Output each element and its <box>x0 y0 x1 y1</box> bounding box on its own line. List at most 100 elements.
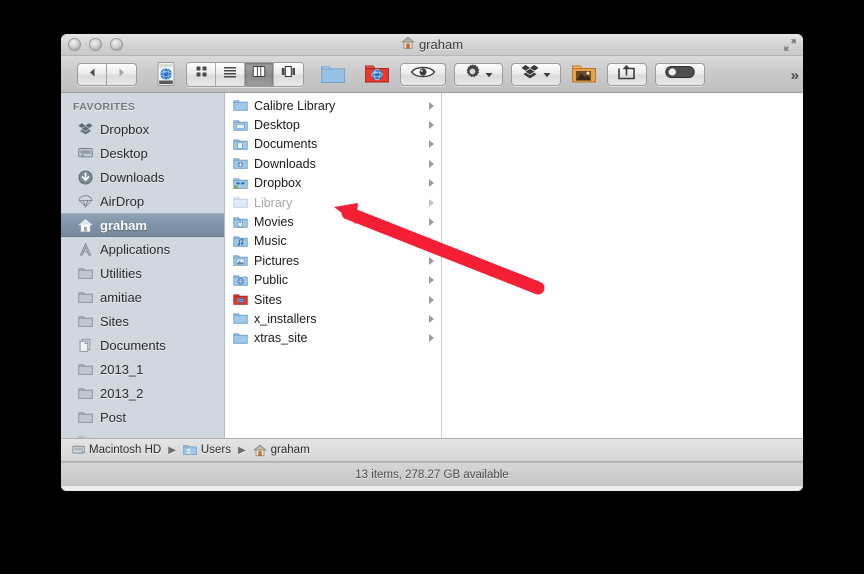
path-segment-graham[interactable]: graham <box>252 443 310 457</box>
sidebar-item-partial[interactable] <box>61 429 224 438</box>
sidebar-item-label: Applications <box>100 241 171 257</box>
path-label: graham <box>270 444 310 456</box>
disclosure-arrow-icon[interactable] <box>429 159 434 168</box>
blue-folder-icon <box>233 331 248 346</box>
dropbox-menu-button[interactable] <box>511 62 561 86</box>
webpage-document-icon[interactable] <box>151 61 181 87</box>
orange-photo-folder-icon[interactable] <box>569 61 599 87</box>
file-name: Music <box>254 234 287 249</box>
coverflow-icon <box>281 65 296 83</box>
file-row[interactable]: Music <box>225 232 441 251</box>
window-title-group: graham <box>61 36 803 53</box>
file-row-library[interactable]: Library <box>225 193 441 212</box>
disclosure-arrow-icon[interactable] <box>429 218 434 227</box>
path-segment-users[interactable]: Users <box>183 443 231 457</box>
disclosure-arrow-icon[interactable] <box>429 179 434 188</box>
documents-icon <box>77 337 93 353</box>
desktop-icon <box>77 145 93 161</box>
status-bar: 13 items, 278.27 GB available <box>61 462 803 486</box>
folder-icon <box>77 289 93 305</box>
disclosure-arrow-icon[interactable] <box>429 198 434 207</box>
sidebar-item-dropbox[interactable]: Dropbox <box>61 117 224 141</box>
file-row[interactable]: Downloads <box>225 154 441 173</box>
share-arrow-icon <box>617 64 637 85</box>
finder-body: FAVORITES Dropbox Desktop Downloads AirD… <box>61 93 803 438</box>
disclosure-arrow-icon[interactable] <box>429 256 434 265</box>
sidebar-item-documents[interactable]: Documents <box>61 333 224 357</box>
share-button[interactable] <box>607 62 647 86</box>
path-segment-macintosh-hd[interactable]: Macintosh HD <box>71 443 161 457</box>
sidebar-item-graham[interactable]: graham <box>61 213 224 237</box>
sidebar-item-2013-2[interactable]: 2013_2 <box>61 381 224 405</box>
icon-view-button[interactable] <box>187 62 216 86</box>
sidebar-item-2013-1[interactable]: 2013_1 <box>61 357 224 381</box>
coverflow-view-button[interactable] <box>274 62 303 86</box>
file-row[interactable]: xtras_site <box>225 329 441 348</box>
downloads-icon <box>77 169 93 185</box>
folder-icon <box>77 385 93 401</box>
column-view-button[interactable] <box>245 62 274 86</box>
toolbar-overflow-button[interactable]: » <box>791 67 799 84</box>
finder-window: graham » FAVORITES Dropbox Desktop Downl… <box>61 34 803 491</box>
forward-button[interactable] <box>107 62 137 86</box>
file-name: Desktop <box>254 118 300 133</box>
disclosure-arrow-icon[interactable] <box>429 334 434 343</box>
disclosure-arrow-icon[interactable] <box>429 314 434 323</box>
sidebar-section-favorites: FAVORITES <box>73 101 136 113</box>
file-column-2-empty[interactable] <box>442 93 803 438</box>
path-separator-icon: ▶ <box>237 444 246 456</box>
file-row[interactable]: Movies <box>225 212 441 231</box>
disclosure-arrow-icon[interactable] <box>429 276 434 285</box>
pill-toggle-icon <box>665 65 695 84</box>
quicklook-button[interactable] <box>400 62 446 86</box>
file-name: Movies <box>254 215 294 230</box>
sidebar-item-amitiae[interactable]: amitiae <box>61 285 224 309</box>
file-row[interactable]: Pictures <box>225 251 441 270</box>
fullscreen-arrows-icon[interactable] <box>783 38 797 52</box>
file-row[interactable]: Public <box>225 271 441 290</box>
action-menu-button[interactable] <box>454 62 503 86</box>
chevron-down-icon <box>485 65 493 83</box>
back-button[interactable] <box>77 62 107 86</box>
sidebar-item-label: Downloads <box>100 169 165 185</box>
sidebar-item-label: Dropbox <box>100 121 150 137</box>
file-row[interactable]: Calibre Library <box>225 96 441 115</box>
sidebar-item-sites[interactable]: Sites <box>61 309 224 333</box>
sidebar-item-airdrop[interactable]: AirDrop <box>61 189 224 213</box>
disclosure-arrow-icon[interactable] <box>429 121 434 130</box>
home-icon <box>77 217 93 233</box>
folder-icon <box>77 265 93 281</box>
file-row[interactable]: Desktop <box>225 115 441 134</box>
sidebar-item-post[interactable]: Post <box>61 405 224 429</box>
list-view-button[interactable] <box>216 62 245 86</box>
sidebar-toggle-button[interactable] <box>655 62 705 86</box>
airdrop-icon <box>77 193 93 209</box>
column-browser: Calibre Library Desktop Documents Downlo… <box>225 93 803 438</box>
sidebar-item-downloads[interactable]: Downloads <box>61 165 224 189</box>
file-row[interactable]: x_installers <box>225 309 441 328</box>
sidebar-item-desktop[interactable]: Desktop <box>61 141 224 165</box>
public-folder-icon <box>233 273 248 288</box>
file-name: Dropbox <box>254 176 302 191</box>
hard-drive-icon <box>71 443 85 457</box>
file-name: Calibre Library <box>254 98 336 113</box>
file-row[interactable]: Dropbox <box>225 174 441 193</box>
disclosure-arrow-icon[interactable] <box>429 140 434 149</box>
sidebar-item-utilities[interactable]: Utilities <box>61 261 224 285</box>
file-name: Pictures <box>254 253 300 268</box>
documents-folder-icon <box>233 137 248 152</box>
file-name: x_installers <box>254 311 317 326</box>
disclosure-arrow-icon[interactable] <box>429 101 434 110</box>
window-titlebar[interactable]: graham <box>61 34 803 56</box>
blue-folder-icon <box>233 311 248 326</box>
red-globe-folder-icon[interactable] <box>362 61 392 87</box>
file-row[interactable]: Documents <box>225 135 441 154</box>
disclosure-arrow-icon[interactable] <box>429 295 434 304</box>
window-title: graham <box>418 37 464 52</box>
disclosure-arrow-icon[interactable] <box>429 237 434 246</box>
file-row[interactable]: Sites <box>225 290 441 309</box>
sidebar-item-applications[interactable]: Applications <box>61 237 224 261</box>
blue-folder-icon[interactable] <box>318 61 348 87</box>
library-folder-icon <box>233 195 248 210</box>
grid-icon <box>195 65 208 83</box>
